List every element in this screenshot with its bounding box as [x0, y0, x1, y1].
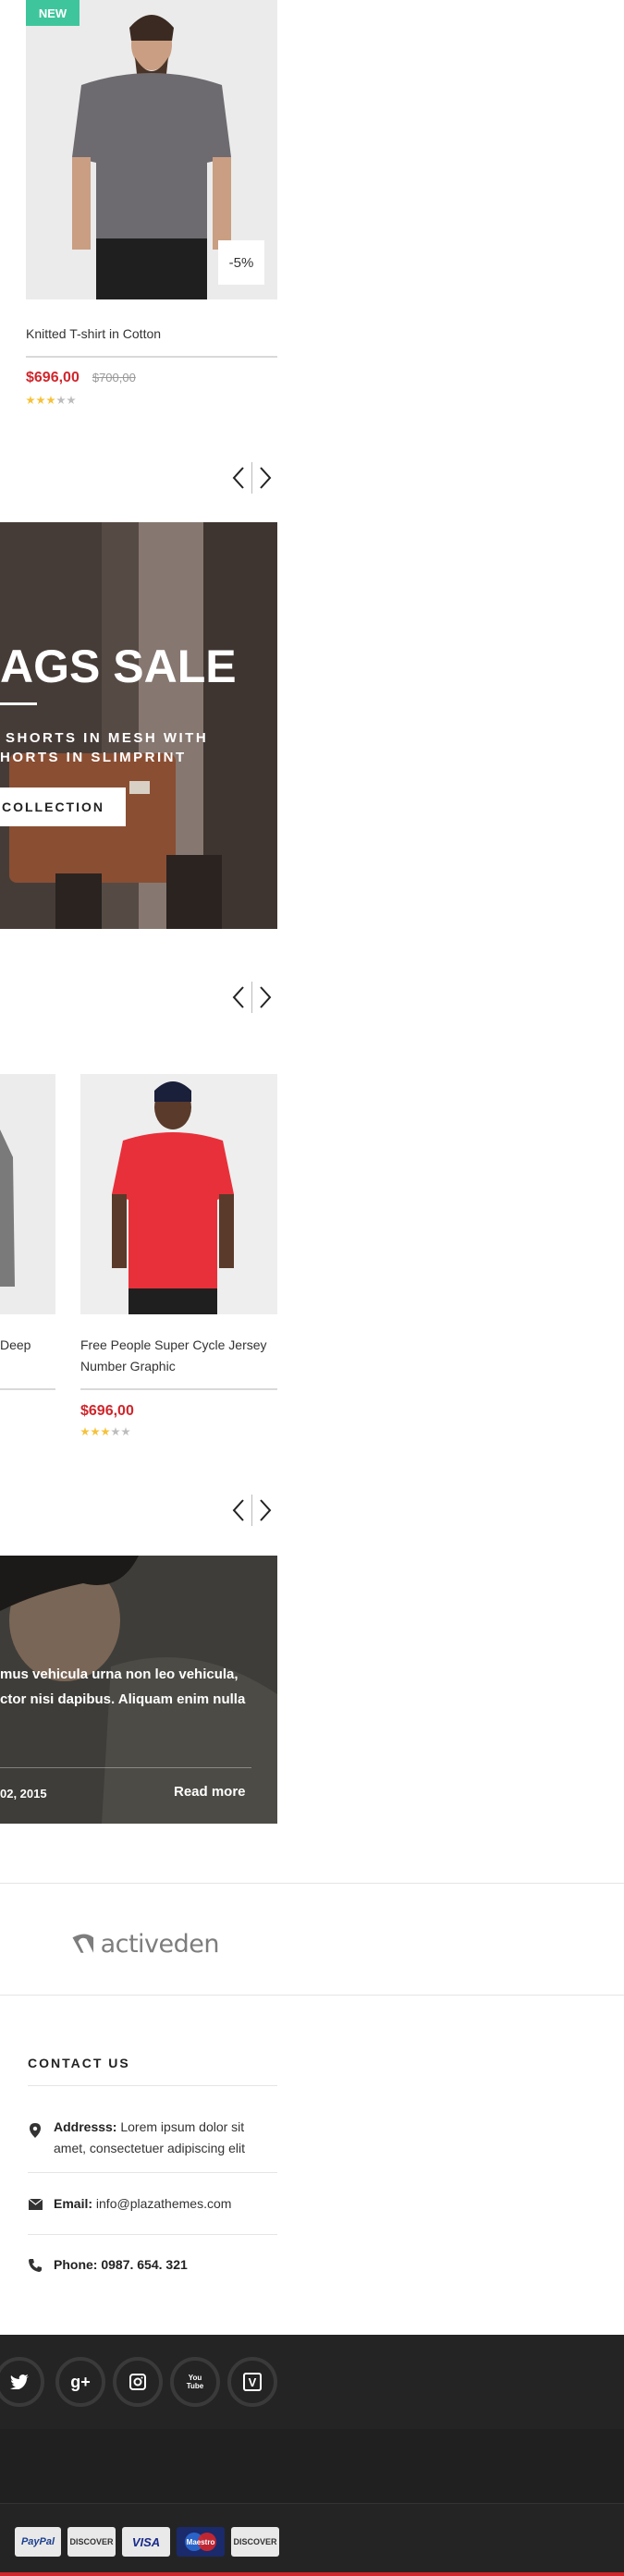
address-line1: Lorem ipsum dolor sit	[120, 2119, 245, 2134]
promo-banner[interactable]	[0, 522, 277, 929]
product-photo-red-tshirt	[80, 1074, 277, 1314]
nav-divider	[251, 1495, 252, 1526]
star-empty-icon	[56, 396, 66, 405]
address-line2: amet, consectetuer adipiscing elit	[54, 2141, 245, 2155]
price-new: $696,00	[80, 1403, 134, 1419]
prev-arrow-icon[interactable]	[227, 983, 250, 1011]
blog-divider	[0, 1767, 251, 1768]
nav-divider	[251, 982, 252, 1013]
brand-name: activeden	[100, 1929, 220, 1959]
footer-accent-bar	[0, 2572, 624, 2576]
star-empty-icon	[111, 1427, 120, 1436]
banner-title: AGS SALE	[0, 641, 237, 692]
maestro-icon: Maestro	[177, 2527, 225, 2557]
footer-middle	[0, 2429, 624, 2504]
next-arrow-icon[interactable]	[254, 983, 276, 1011]
star-empty-icon	[67, 396, 76, 405]
product-name[interactable]: Deep	[0, 1335, 31, 1356]
divider	[0, 2503, 624, 2504]
divider	[80, 1388, 277, 1390]
blog-date: 02, 2015	[0, 1787, 47, 1801]
nav-divider	[251, 462, 252, 494]
blog-excerpt-line1: mus vehicula urna non leo vehicula,	[0, 1666, 239, 1682]
vimeo-icon[interactable]: V	[227, 2357, 277, 2407]
youtube-glyph: You Tube	[186, 2374, 204, 2390]
rating-stars	[26, 396, 76, 405]
read-more-link[interactable]: Read more	[174, 1784, 246, 1800]
paypal-icon: PayPal	[15, 2527, 61, 2557]
youtube-icon[interactable]: You Tube	[170, 2357, 220, 2407]
star-filled-icon	[80, 1427, 90, 1436]
activeden-logo-icon	[72, 1934, 94, 1953]
visa-icon: VISA	[122, 2527, 170, 2557]
banner-subtitle: SHORTS IN MESH WITH HORTS IN SLIMPRINT	[0, 728, 208, 767]
envelope-icon	[28, 2197, 43, 2212]
next-arrow-icon[interactable]	[254, 464, 276, 492]
prev-arrow-icon[interactable]	[227, 1496, 250, 1524]
rating-stars	[80, 1427, 130, 1436]
star-filled-icon	[36, 396, 45, 405]
star-empty-icon	[121, 1427, 130, 1436]
prev-arrow-icon[interactable]	[227, 464, 250, 492]
star-filled-icon	[26, 396, 35, 405]
divider	[0, 1388, 55, 1390]
price-old: $700,00	[92, 371, 136, 385]
collection-button[interactable]: COLLECTION	[0, 787, 126, 826]
divider	[0, 1995, 624, 1996]
carousel-nav	[227, 462, 276, 494]
contact-address: Addresss: Lorem ipsum dolor sit amet, co…	[54, 2117, 245, 2159]
star-filled-icon	[46, 396, 55, 405]
banner-subtitle-line2: HORTS IN SLIMPRINT	[0, 750, 187, 765]
sale-badge: -5%	[218, 240, 264, 285]
product-name[interactable]: Free People Super Cycle Jersey Number Gr…	[80, 1335, 267, 1377]
divider	[28, 2085, 277, 2086]
star-filled-icon	[101, 1427, 110, 1436]
star-filled-icon	[91, 1427, 100, 1436]
product-name[interactable]: Knitted T-shirt in Cotton	[26, 324, 161, 345]
carousel-nav	[227, 1495, 276, 1526]
brand-logo-activeden[interactable]: activeden	[71, 1925, 220, 1962]
banner-divider	[0, 702, 37, 705]
phone-icon	[28, 2258, 43, 2273]
divider	[28, 2172, 277, 2173]
email-label: Email:	[54, 2196, 93, 2211]
next-arrow-icon[interactable]	[254, 1496, 276, 1524]
product-photo-sweater	[0, 1074, 55, 1314]
price-row: $696,00 $700,00	[26, 370, 136, 386]
google-plus-icon[interactable]: g+	[55, 2357, 105, 2407]
map-marker-icon	[28, 2123, 43, 2138]
price-new: $696,00	[26, 370, 80, 385]
divider	[26, 356, 277, 358]
blog-excerpt: mus vehicula urna non leo vehicula, ctor…	[0, 1662, 277, 1712]
contact-title: CONTACT US	[28, 2056, 130, 2070]
maestro-label: Maestro	[186, 2537, 215, 2546]
phone-value: 0987. 654. 321	[101, 2257, 188, 2272]
new-badge: NEW	[26, 0, 80, 26]
blog-excerpt-line2: ctor nisi dapibus. Aliquam enim nulla	[0, 1691, 246, 1707]
phone-label: Phone:	[54, 2257, 98, 2272]
email-value: info@plazathemes.com	[95, 2196, 232, 2211]
contact-phone: Phone: 0987. 654. 321	[54, 2254, 188, 2276]
banner-photo-briefcase	[0, 522, 277, 929]
divider	[0, 1883, 624, 1884]
product-image[interactable]	[80, 1074, 277, 1314]
carousel-nav	[227, 982, 276, 1013]
google-plus-glyph: g+	[70, 2372, 91, 2391]
product-name-line2: Number Graphic	[80, 1359, 176, 1373]
discover-icon: DISCOVER	[67, 2527, 116, 2557]
banner-subtitle-line1: SHORTS IN MESH WITH	[6, 730, 209, 746]
address-label: Addresss:	[54, 2119, 117, 2134]
product-image[interactable]	[0, 1074, 55, 1314]
product-name-line1: Free People Super Cycle Jersey	[80, 1337, 267, 1352]
divider	[28, 2234, 277, 2235]
discover-icon: DISCOVER	[231, 2527, 279, 2557]
contact-email[interactable]: Email: info@plazathemes.com	[54, 2193, 231, 2215]
vimeo-glyph: V	[243, 2373, 262, 2391]
instagram-icon[interactable]	[113, 2357, 163, 2407]
